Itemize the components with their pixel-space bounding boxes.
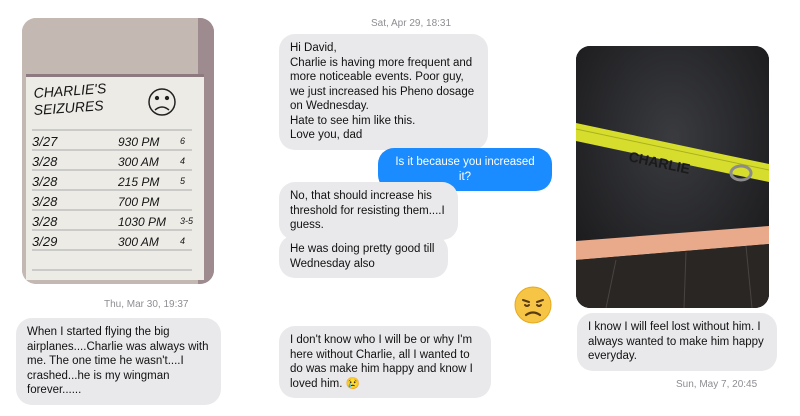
timestamp-mar-30: Thu, Mar 30, 19:37: [104, 299, 189, 310]
log-date: 3/28: [32, 154, 58, 169]
log-time: 1030 PM: [118, 215, 166, 229]
message-dad-events[interactable]: Hi David, Charlie is having more frequen…: [279, 34, 488, 150]
collar-drawing: CHARLIE: [576, 46, 769, 308]
message-pretty-good[interactable]: He was doing pretty good till Wednesday …: [279, 235, 448, 278]
log-count: 6: [180, 136, 185, 146]
log-time: 300 AM: [118, 235, 159, 249]
seizure-log-photo[interactable]: CHARLIE'S SEIZURES 3/27 930 PM 6 3/28 300 AM…: [22, 18, 214, 284]
message-feel-lost[interactable]: I know I will feel lost without him. I a…: [577, 313, 777, 371]
log-time: 300 AM: [118, 155, 159, 169]
log-date: 3/27: [32, 134, 58, 149]
seizure-log-drawing: CHARLIE'S SEIZURES 3/27 930 PM 63/28 300 AM…: [22, 18, 214, 284]
log-date: 3/28: [32, 214, 58, 229]
timestamp-apr-29: Sat, Apr 29, 18:31: [371, 18, 452, 29]
timestamp-may-7: Sun, May 7, 20:45: [676, 379, 758, 390]
log-count: 4: [180, 236, 185, 246]
log-date: 3/28: [32, 194, 58, 209]
message-wingman[interactable]: When I started flying the big airplanes.…: [16, 318, 221, 405]
log-time: 930 PM: [118, 135, 159, 149]
disappointed-face-emoji: [514, 286, 552, 324]
log-date: 3/28: [32, 174, 58, 189]
collar-photo[interactable]: CHARLIE: [576, 46, 769, 308]
log-count: 3-5: [180, 216, 194, 226]
log-count: 4: [180, 156, 185, 166]
log-date: 3/29: [32, 234, 57, 249]
message-threshold[interactable]: No, that should increase his threshold f…: [279, 182, 458, 240]
message-without-charlie[interactable]: I don't know who I will be or why I'm he…: [279, 326, 491, 398]
log-time: 700 PM: [118, 195, 159, 209]
log-time: 215 PM: [117, 175, 159, 189]
